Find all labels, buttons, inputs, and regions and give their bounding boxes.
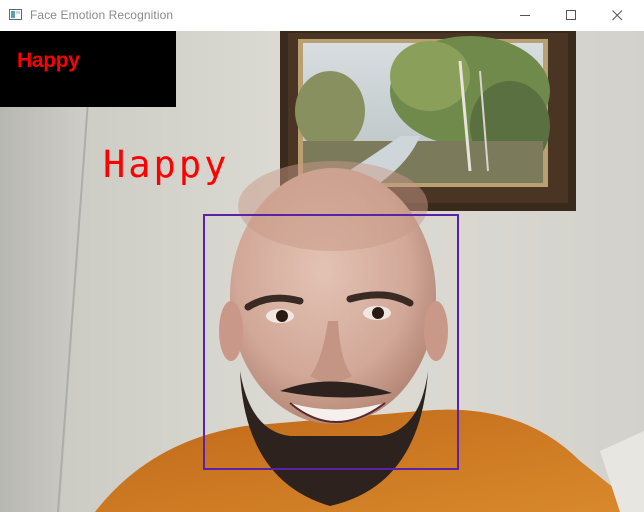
status-emotion-text: Happy — [17, 49, 80, 72]
face-emotion-label: Happy — [103, 143, 230, 186]
status-panel: Happy — [0, 31, 176, 107]
title-bar: Face Emotion Recognition — [0, 0, 644, 32]
camera-frame: Happy Happy — [0, 31, 644, 512]
window-title: Face Emotion Recognition — [30, 8, 174, 22]
minimize-icon — [520, 15, 530, 16]
face-bounding-box — [203, 214, 459, 470]
maximize-icon — [566, 10, 576, 20]
close-button[interactable] — [594, 0, 640, 31]
maximize-button[interactable] — [548, 0, 594, 31]
app-window-icon — [9, 9, 22, 20]
minimize-button[interactable] — [502, 0, 548, 31]
close-icon — [612, 10, 623, 21]
